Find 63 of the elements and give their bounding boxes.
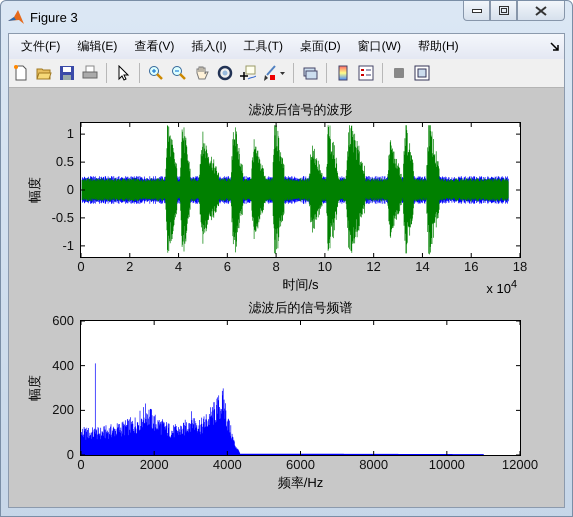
dock-arrow-icon[interactable] xyxy=(550,42,560,52)
x-tick-label: 12000 xyxy=(502,457,538,473)
menu-item[interactable]: 桌面(D) xyxy=(292,38,350,55)
y-tick-label: 200 xyxy=(52,403,74,418)
y-tick-label: 0 xyxy=(66,183,74,197)
square-icon[interactable] xyxy=(391,65,407,81)
close-button[interactable] xyxy=(517,1,565,21)
zoom-in-icon[interactable] xyxy=(148,65,164,81)
plot-title: 滤波后信号的波形 xyxy=(248,101,354,119)
x-tick-label: 2 xyxy=(126,259,134,275)
close-icon xyxy=(535,6,547,16)
x-tick-label: 16 xyxy=(464,259,478,275)
y-axis-label: 幅度 xyxy=(26,177,43,203)
x-tick-label: 10000 xyxy=(428,457,465,473)
menu-item[interactable]: 查看(V) xyxy=(126,38,184,55)
link-icon[interactable] xyxy=(302,65,318,81)
maximize-icon xyxy=(498,6,508,15)
y-tick-label: 1 xyxy=(66,127,74,142)
y-tick-label: -1 xyxy=(62,238,74,253)
menu-item[interactable]: 编辑(E) xyxy=(69,38,126,55)
frame-icon[interactable] xyxy=(414,65,430,81)
x-axis-label: 频率/Hz xyxy=(278,474,324,492)
rotate-icon[interactable] xyxy=(217,65,233,81)
minimize-button[interactable] xyxy=(463,1,490,21)
axis-exponent: x 10$^{4}$ xyxy=(486,278,517,296)
legend-icon[interactable] xyxy=(358,65,374,81)
data-cursor-icon[interactable] xyxy=(240,65,256,81)
new-file-icon[interactable] xyxy=(13,65,29,81)
brush-icon[interactable] xyxy=(262,65,286,81)
x-tick-label: 2000 xyxy=(140,457,169,473)
x-tick-label: 8 xyxy=(272,259,280,275)
menu-item[interactable]: 文件(F) xyxy=(13,38,70,55)
minimize-icon xyxy=(472,8,482,12)
menu-item[interactable]: 帮助(H) xyxy=(410,38,468,55)
y-tick-label: 0 xyxy=(66,448,74,462)
y-axis-label: 幅度 xyxy=(26,375,43,401)
y-tick-label: 400 xyxy=(52,358,74,373)
x-tick-label: 6 xyxy=(224,259,231,275)
y-tick-label: 600 xyxy=(52,314,74,328)
print-icon[interactable] xyxy=(82,65,98,81)
x-tick-label: 4000 xyxy=(212,457,242,473)
plot-title: 滤波后的信号频谱 xyxy=(248,299,354,317)
menu-item[interactable]: 插入(I) xyxy=(183,38,236,55)
x-tick-label: 8000 xyxy=(359,457,388,473)
x-tick-label: 0 xyxy=(77,259,85,275)
app-logo-icon xyxy=(8,9,24,25)
hand-icon[interactable] xyxy=(194,65,210,81)
save-icon[interactable] xyxy=(59,65,75,81)
x-tick-label: 10 xyxy=(318,259,332,275)
x-tick-label: 6000 xyxy=(286,457,315,473)
menu-item[interactable]: 工具(T) xyxy=(236,38,292,55)
x-axis-label: 时间/s xyxy=(282,276,319,294)
y-tick-label: 0.5 xyxy=(56,155,74,170)
y-tick-label: -0.5 xyxy=(52,210,74,225)
x-tick-label: 12 xyxy=(366,259,381,275)
x-tick-label: 18 xyxy=(512,259,528,275)
x-tick-label: 14 xyxy=(415,259,430,275)
x-tick-label: 4 xyxy=(174,259,182,275)
maximize-button[interactable] xyxy=(490,1,517,21)
zoom-out-icon[interactable] xyxy=(171,65,187,81)
menu-item[interactable]: 窗口(W) xyxy=(350,38,410,55)
window-title: Figure 3 xyxy=(30,10,78,24)
x-tick-label: 0 xyxy=(77,457,85,473)
